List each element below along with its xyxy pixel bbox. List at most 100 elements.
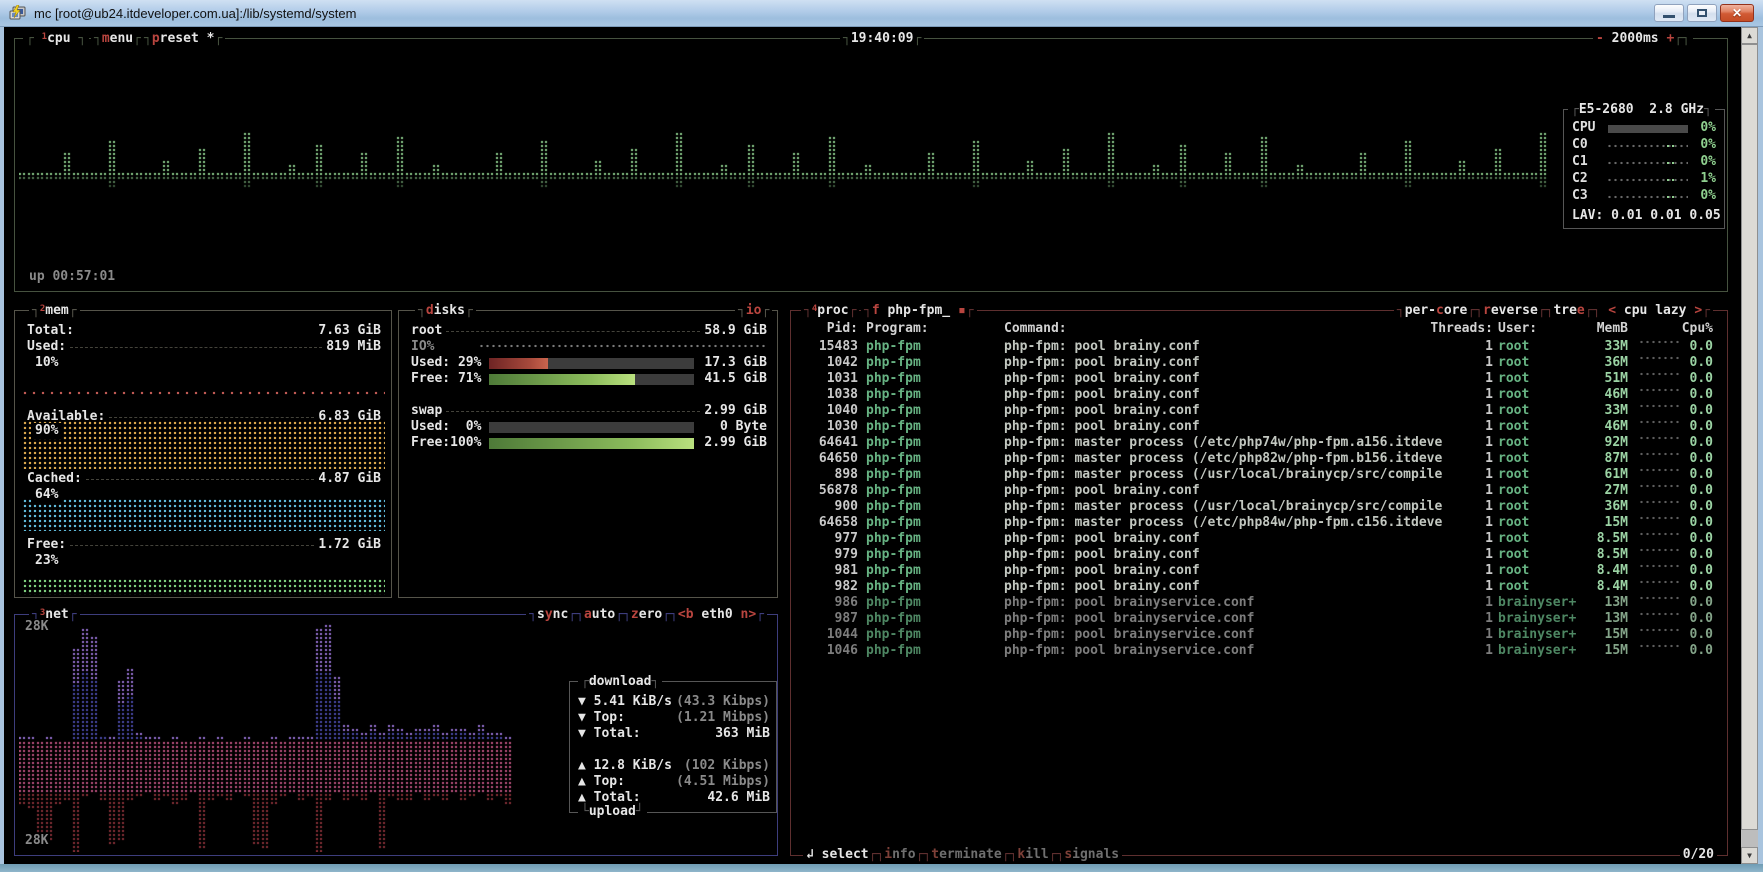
process-row[interactable]: 64658php-fpmphp-fpm: master process (/et… (791, 515, 1729, 531)
mem-section-percent: 90% (31, 423, 62, 439)
prev-interface-button[interactable]: <b (678, 607, 694, 623)
proc-box: ┐4proc┌ ┐f php-fpm_ ▪┌ ┐per-core┌┐revers… (790, 310, 1728, 856)
disk-io-row: IO% (411, 339, 767, 355)
process-row[interactable]: 64650php-fpmphp-fpm: master process (/et… (791, 451, 1729, 467)
scroll-down-button[interactable]: ▼ (1741, 847, 1758, 864)
filter-cursor: ▪ (958, 303, 966, 319)
cpu-info-box: ┌E5-2680 2.8 GHz┐ CPU0%C00%C10%C21%C30% … (1563, 109, 1725, 229)
window-controls: ✕ (1654, 4, 1754, 22)
process-row[interactable]: 15483php-fpmphp-fpm: pool brainy.conf1ro… (791, 339, 1729, 355)
net-scale-bottom: 28K (23, 833, 50, 849)
net-download-graph (19, 622, 515, 740)
menu-button[interactable]: ┐menu┌ (91, 31, 144, 47)
kill-button[interactable]: kill (1017, 847, 1048, 863)
scrollbar-thumb[interactable] (1741, 44, 1758, 830)
net-info-box: ┌download┐ ▼ 5.41 KiB/s(43.3 Kibps) ▼ To… (569, 681, 777, 813)
scroll-up-button[interactable]: ▲ (1741, 27, 1758, 44)
tree-button[interactable]: tree (1553, 303, 1584, 319)
next-interface-button[interactable]: n> (741, 607, 757, 623)
process-row[interactable]: 1038php-fpmphp-fpm: pool brainy.conf1roo… (791, 387, 1729, 403)
process-row[interactable]: 1031php-fpmphp-fpm: pool brainy.conf1roo… (791, 371, 1729, 387)
process-row[interactable]: 986php-fpmphp-fpm: pool brainyservice.co… (791, 595, 1729, 611)
scrollbar[interactable]: ▲ ▼ (1741, 27, 1758, 864)
info-button[interactable]: info (884, 847, 915, 863)
process-row[interactable]: 1030php-fpmphp-fpm: pool brainy.conf1roo… (791, 419, 1729, 435)
cpu-core-row: C10% (1572, 154, 1716, 170)
upload-speed-row: ▲ 12.8 KiB/s(102 Kibps) (578, 758, 770, 774)
disk-used-row: Used: 29%17.3 GiB (411, 355, 767, 371)
interval-plus-button[interactable]: + (1666, 31, 1674, 47)
disk-used-row: Used: 0%0 Byte (411, 419, 767, 435)
mem-section-row: Free:1.72 GiB (27, 537, 381, 553)
proc-counter: 0/20 (1680, 847, 1717, 863)
interval-minus-button[interactable]: - (1596, 31, 1604, 47)
process-row[interactable]: 979php-fpmphp-fpm: pool brainy.conf1root… (791, 547, 1729, 563)
close-button[interactable]: ✕ (1720, 4, 1754, 22)
mem-available-meter (23, 421, 385, 469)
mem-free-meter (23, 579, 385, 595)
maximize-icon (1697, 9, 1707, 17)
net-upload-graph (19, 740, 515, 852)
download-total-row: ▼ Total:363 MiB (578, 726, 770, 742)
title-bar[interactable]: mc [root@ub24.itdeveloper.com.ua]:/lib/s… (0, 0, 1763, 27)
net-box: ┐3net┌ ┐sync┌┐auto┌┐zero┌┐<b eth0 n>┌ 28… (14, 614, 778, 856)
mem-used-meter (23, 391, 385, 397)
disk-free-row: Free:100%2.99 GiB (411, 435, 767, 451)
process-row[interactable]: 1042php-fpmphp-fpm: pool brainy.conf1roo… (791, 355, 1729, 371)
putty-window: mc [root@ub24.itdeveloper.com.ua]:/lib/s… (0, 0, 1763, 872)
select-button[interactable]: ↲ select (806, 847, 869, 863)
disk-free-row: Free: 71%41.5 GiB (411, 371, 767, 387)
process-row[interactable]: 1046php-fpmphp-fpm: pool brainyservice.c… (791, 643, 1729, 659)
proc-footer: ↲ select┌┐info┌┐terminate┌┐kill┌┐signals (803, 847, 1122, 863)
maximize-button[interactable] (1687, 4, 1717, 22)
cpu-core-row: C21% (1572, 171, 1716, 187)
cpu-box-title[interactable]: ┌ 1cpu ┐ (23, 31, 89, 47)
sort-next-button[interactable]: > (1694, 303, 1702, 319)
process-row[interactable]: 987php-fpmphp-fpm: pool brainyservice.co… (791, 611, 1729, 627)
mem-section-percent: 10% (31, 355, 62, 371)
process-row[interactable]: 64641php-fpmphp-fpm: master process (/et… (791, 435, 1729, 451)
per-core-button[interactable]: per-core (1405, 303, 1468, 319)
sort-prev-arrow[interactable]: < (1608, 303, 1616, 319)
filter-text: php-fpm_ (887, 303, 950, 319)
minimize-icon (1663, 15, 1675, 18)
mem-box: ┐2mem┌ Total:7.63 GiB Used:819 MiB10%Ava… (14, 310, 392, 598)
clock: ┐19:40:09┌ (840, 31, 924, 47)
process-row[interactable]: 977php-fpmphp-fpm: pool brainy.conf1root… (791, 531, 1729, 547)
signals-button[interactable]: signals (1064, 847, 1119, 863)
process-row[interactable]: 898php-fpmphp-fpm: master process (/usr/… (791, 467, 1729, 483)
sort-prev-button[interactable] (1600, 303, 1608, 319)
proc-footer-items: info┌┐terminate┌┐kill┌┐signals (884, 847, 1119, 863)
minimize-button[interactable] (1654, 4, 1684, 22)
process-row[interactable]: 56878php-fpmphp-fpm: pool brainy.conf1ro… (791, 483, 1729, 499)
proc-filter-input[interactable]: ┐f php-fpm_ ▪┌ (861, 303, 977, 319)
sort-column-value: cpu lazy (1624, 303, 1687, 319)
process-row[interactable]: 981php-fpmphp-fpm: pool brainy.conf1root… (791, 563, 1729, 579)
mem-section-row: Used:819 MiB (27, 339, 381, 355)
process-row[interactable]: 1044php-fpmphp-fpm: pool brainyservice.c… (791, 627, 1729, 643)
cpu-core-row: C00% (1572, 137, 1716, 153)
zero-button[interactable]: zero (631, 607, 662, 623)
auto-button[interactable]: auto (584, 607, 615, 623)
reverse-button[interactable]: reverse (1483, 303, 1538, 319)
cpu-core-row: CPU0% (1572, 120, 1716, 136)
disk-name-row: swap2.99 GiB (411, 403, 767, 419)
sync-button[interactable]: sync (537, 607, 568, 623)
uptime: up 00:57:01 (29, 269, 115, 285)
process-row[interactable]: 900php-fpmphp-fpm: master process (/usr/… (791, 499, 1729, 515)
process-row[interactable]: 982php-fpmphp-fpm: pool brainy.conf1root… (791, 579, 1729, 595)
preset-button[interactable]: ┐preset *┌ (141, 31, 225, 47)
upload-title: └upload┘ (578, 804, 647, 820)
terminate-button[interactable]: terminate (931, 847, 1001, 863)
mem-section-row: Cached:4.87 GiB (27, 471, 381, 487)
process-row[interactable]: 1040php-fpmphp-fpm: pool brainy.conf1roo… (791, 403, 1729, 419)
cpu-box: ┌ 1cpu ┐ ┐menu┌ ┐preset *┌ ┐19:40:09┌ - … (14, 38, 1728, 292)
proc-buttons: ┐per-core┌┐reverse┌┐tree┌┐ < cpu lazy >┌ (1394, 303, 1713, 319)
mem-sections: Used:819 MiB10%Available:6.83 GiB90%Cach… (15, 311, 391, 597)
net-buttons: ┐sync┌┐auto┌┐zero┌┐<b eth0 n>┌ (526, 607, 767, 623)
window-border-bottom (0, 864, 1763, 872)
proc-box-title[interactable]: ┐4proc┌ (801, 303, 859, 319)
interface-name: eth0 (701, 607, 732, 623)
terminal: ┌ 1cpu ┐ ┐menu┌ ┐preset *┌ ┐19:40:09┌ - … (4, 27, 1758, 864)
cpu-model: ┌E5-2680 2.8 GHz┐ (1568, 102, 1715, 118)
